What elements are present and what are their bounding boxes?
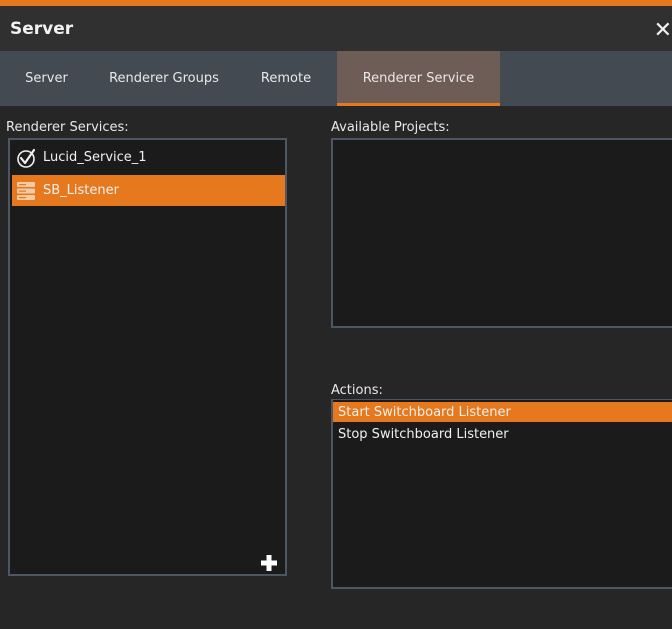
actions-list[interactable]: Start Switchboard Listener Stop Switchbo… — [331, 399, 672, 589]
close-icon: ✕ — [653, 17, 672, 43]
list-item-label: SB_Listener — [43, 183, 119, 198]
window-title: Server — [10, 18, 74, 39]
tab-renderer-groups[interactable]: Renderer Groups — [93, 51, 235, 106]
list-item-lucid-service[interactable]: Lucid_Service_1 — [12, 142, 285, 173]
check-circle-icon — [15, 147, 37, 169]
title-bar: Server ✕ — [0, 6, 672, 51]
actions-label: Actions: — [331, 383, 383, 398]
close-button[interactable]: ✕ — [650, 16, 672, 44]
tab-renderer-service[interactable]: Renderer Service — [337, 51, 500, 106]
tab-bar: Server Renderer Groups Remote Renderer S… — [0, 51, 672, 106]
tab-remote[interactable]: Remote — [235, 51, 337, 106]
list-item-sb-listener[interactable]: SB_Listener — [12, 175, 285, 206]
server-icon — [15, 180, 37, 202]
action-start-switchboard-listener[interactable]: Start Switchboard Listener — [333, 402, 672, 422]
action-stop-switchboard-listener[interactable]: Stop Switchboard Listener — [333, 424, 672, 444]
tab-server[interactable]: Server — [0, 51, 93, 106]
list-item-label: Lucid_Service_1 — [43, 150, 147, 165]
available-projects-label: Available Projects: — [331, 120, 450, 135]
renderer-services-list[interactable]: Lucid_Service_1 SB_Listener — [8, 138, 287, 576]
renderer-services-label: Renderer Services: — [6, 120, 129, 135]
plus-icon — [261, 555, 277, 571]
available-projects-list[interactable] — [331, 138, 672, 328]
add-service-button[interactable] — [260, 554, 278, 572]
